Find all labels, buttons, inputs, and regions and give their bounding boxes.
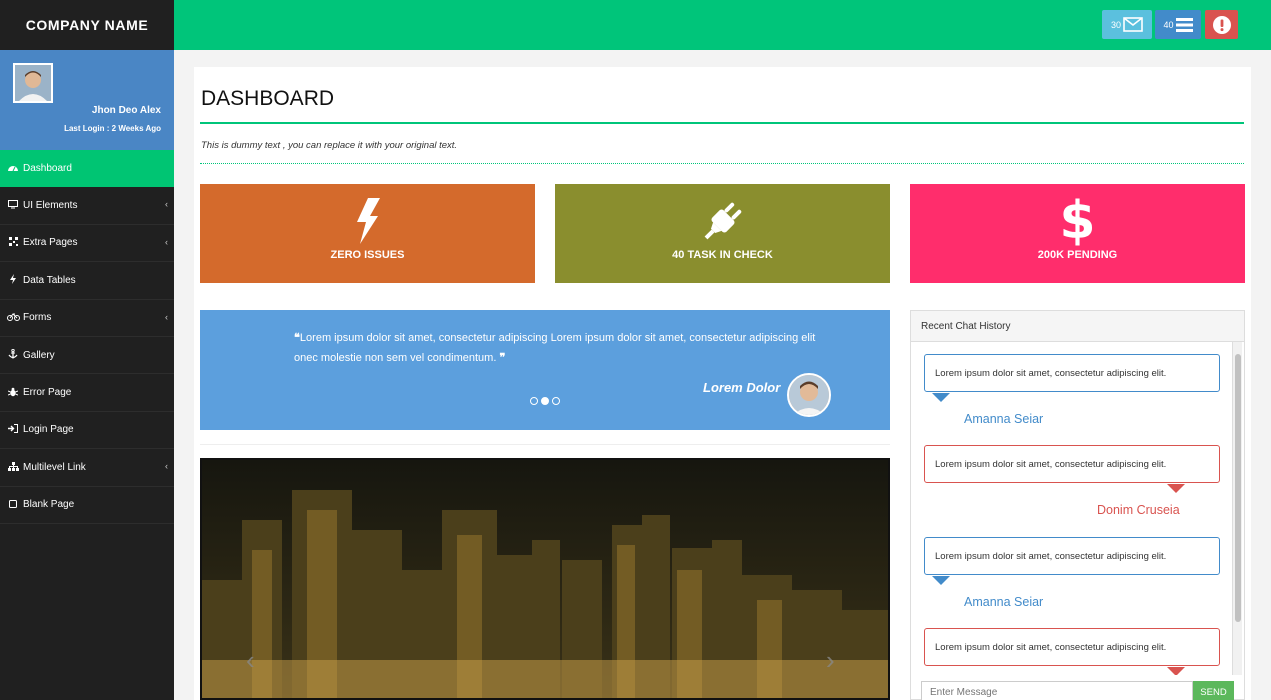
chat-message: Lorem ipsum dolor sit amet, consectetur …: [924, 354, 1220, 392]
sidebar-item-blank-page[interactable]: Blank Page: [0, 487, 174, 524]
chevron-left-icon: ‹: [165, 311, 168, 322]
stat-label: ZERO ISSUES: [330, 248, 405, 261]
carousel-next-icon[interactable]: ›: [826, 645, 835, 676]
exclamation-circle-icon: [1212, 15, 1231, 34]
city-skyline-image: [202, 460, 888, 698]
stat-box-issues[interactable]: ZERO ISSUES: [200, 184, 535, 283]
envelope-icon: [1123, 17, 1143, 32]
image-carousel: ‹ ›: [200, 458, 890, 700]
chat-pointer: [1167, 667, 1185, 675]
chat-author: Donim Cruseia: [1097, 503, 1180, 517]
sidebar-item-label: Login Page: [23, 424, 74, 436]
sidebar-item-multilevel-link[interactable]: Multilevel Link ‹: [0, 449, 174, 487]
bicycle-icon: [7, 312, 20, 323]
sidebar-item-label: Blank Page: [23, 499, 75, 511]
sidebar-item-label: UI Elements: [23, 200, 78, 212]
chat-message: Lorem ipsum dolor sit amet, consectetur …: [924, 537, 1220, 575]
tasks-button[interactable]: 40: [1155, 10, 1201, 39]
chat-message: Lorem ipsum dolor sit amet, consectetur …: [924, 628, 1220, 666]
dollar-icon: $: [1059, 190, 1096, 251]
slider-dot[interactable]: [552, 397, 560, 405]
page-title: DASHBOARD: [201, 87, 335, 110]
stat-box-pending[interactable]: $ 200K PENDING: [910, 184, 1245, 283]
section-divider: [200, 444, 890, 445]
carousel-prev-icon[interactable]: ‹: [246, 645, 255, 676]
sidebar-nav: Dashboard UI Elements ‹ Extra Pages ‹ Da…: [0, 150, 174, 524]
testimonial-text: ❝Lorem ipsum dolor sit amet, consectetur…: [294, 332, 816, 364]
bolt-icon: [7, 274, 19, 286]
qrcode-icon: [7, 237, 19, 248]
square-icon: [7, 499, 19, 510]
chat-pointer: [1167, 484, 1185, 493]
sidebar-item-data-tables[interactable]: Data Tables: [0, 262, 174, 300]
sidebar-item-label: Multilevel Link: [23, 461, 86, 473]
chat-pointer: [932, 576, 950, 585]
stat-label: 40 TASK IN CHECK: [672, 248, 773, 261]
chevron-left-icon: ‹: [165, 199, 168, 210]
chat-message-input[interactable]: [921, 681, 1193, 700]
stat-box-tasks[interactable]: 40 TASK IN CHECK: [555, 184, 890, 283]
user-avatar[interactable]: [13, 63, 53, 103]
sidebar-item-dashboard[interactable]: Dashboard: [0, 150, 174, 188]
testimonial-author: Lorem Dolor: [703, 380, 781, 395]
testimonial-avatar: [787, 373, 831, 417]
last-login: Last Login : 2 Weeks Ago: [64, 124, 161, 133]
top-bar: 30 40: [174, 0, 1271, 50]
slider-dot[interactable]: [530, 397, 538, 405]
dashboard-icon: [7, 163, 19, 173]
page-subtitle: This is dummy text , you can replace it …: [201, 140, 458, 151]
sidebar: COMPANY NAME Jhon Deo Alex Last Login : …: [0, 0, 174, 700]
scrollbar-thumb[interactable]: [1235, 354, 1241, 622]
company-name[interactable]: COMPANY NAME: [0, 0, 174, 50]
alerts-button[interactable]: [1205, 10, 1238, 39]
chat-author: Amanna Seiar: [964, 412, 1044, 426]
testimonial-slider: ❝Lorem ipsum dolor sit amet, consectetur…: [200, 310, 890, 430]
chat-title: Recent Chat History: [911, 311, 1244, 342]
user-panel: Jhon Deo Alex Last Login : 2 Weeks Ago: [0, 50, 174, 150]
desktop-icon: [7, 200, 19, 211]
slider-dot-active[interactable]: [541, 397, 549, 405]
slider-dots: [530, 397, 560, 405]
sidebar-item-label: Forms: [23, 312, 52, 324]
sidebar-item-label: Dashboard: [23, 162, 72, 174]
tasks-count: 40: [1163, 19, 1174, 30]
sidebar-item-label: Data Tables: [23, 274, 76, 286]
sidebar-item-login-page[interactable]: Login Page: [0, 412, 174, 450]
anchor-icon: [7, 348, 19, 361]
sidebar-item-extra-pages[interactable]: Extra Pages ‹: [0, 225, 174, 263]
stat-label: 200K PENDING: [1037, 248, 1118, 261]
chevron-left-icon: ‹: [165, 236, 168, 247]
chevron-left-icon: ‹: [165, 461, 168, 472]
sidebar-item-error-page[interactable]: Error Page: [0, 374, 174, 412]
chat-history[interactable]: Lorem ipsum dolor sit amet, consectetur …: [911, 342, 1244, 675]
list-icon: [1175, 17, 1193, 32]
sidebar-item-forms[interactable]: Forms ‹: [0, 300, 174, 337]
messages-count: 30: [1110, 19, 1121, 30]
dotted-divider: [200, 163, 1244, 164]
plug-icon: [699, 197, 747, 245]
chat-scrollbar[interactable]: [1232, 342, 1242, 675]
main-content: DASHBOARD This is dummy text , you can r…: [194, 67, 1251, 700]
user-name: Jhon Deo Alex: [91, 105, 161, 116]
sidebar-item-gallery[interactable]: Gallery: [0, 337, 174, 375]
sidebar-item-label: Gallery: [23, 349, 55, 361]
chat-author: Amanna Seiar: [964, 595, 1044, 609]
chat-pointer: [932, 393, 950, 402]
chat-panel: Recent Chat History Lorem ipsum dolor si…: [910, 310, 1245, 700]
bolt-icon: [355, 197, 381, 245]
send-button[interactable]: SEND: [1193, 681, 1234, 700]
sidebar-item-ui-elements[interactable]: UI Elements ‹: [0, 187, 174, 225]
title-divider: [200, 122, 1244, 124]
sitemap-icon: [7, 461, 19, 473]
messages-button[interactable]: 30: [1102, 10, 1152, 39]
bug-icon: [7, 387, 19, 399]
sidebar-item-label: Error Page: [23, 387, 72, 399]
sidebar-item-label: Extra Pages: [23, 237, 78, 249]
chat-message: Lorem ipsum dolor sit amet, consectetur …: [924, 445, 1220, 483]
sign-in-icon: [7, 424, 19, 435]
quote-right-icon: ❞: [499, 352, 506, 364]
chat-footer: SEND: [911, 675, 1244, 700]
